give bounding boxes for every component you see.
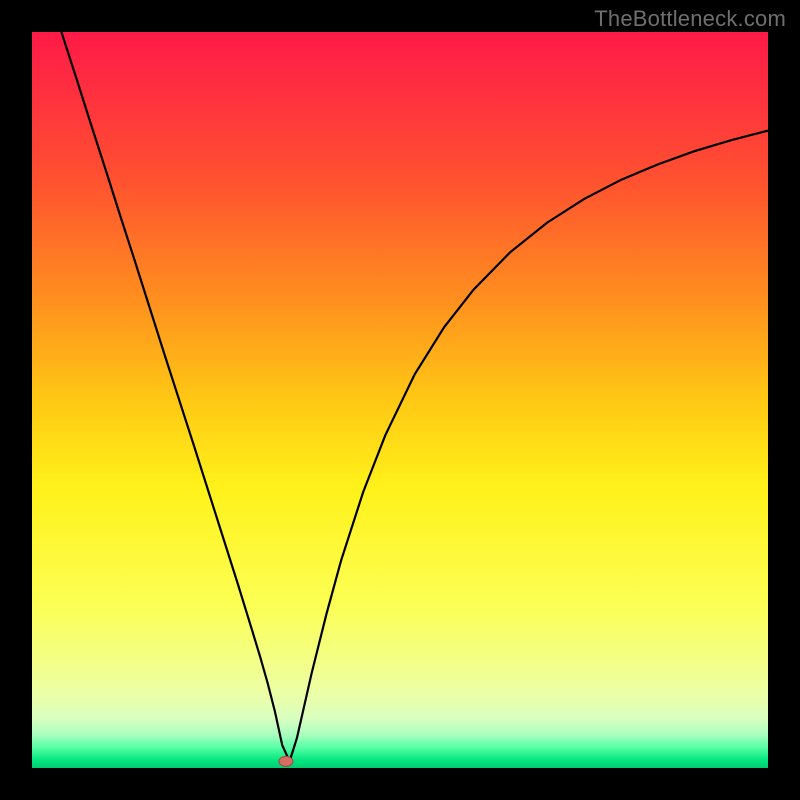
bottleneck-chart [32,32,768,768]
gradient-background [32,32,768,768]
chart-frame: TheBottleneck.com [0,0,800,800]
watermark-text: TheBottleneck.com [594,6,786,32]
plot-area [32,32,768,768]
optimal-point-marker [279,756,293,766]
